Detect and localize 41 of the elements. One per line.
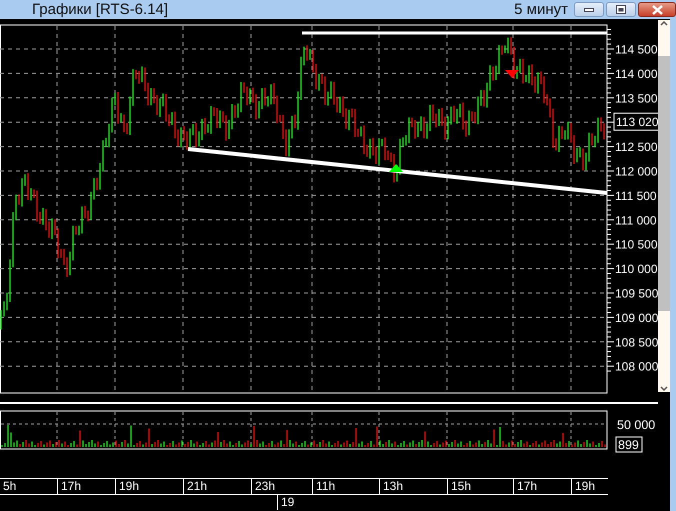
time-axis-label: 19h [115, 479, 140, 494]
scrollbar-thumb[interactable] [658, 56, 670, 311]
time-axis-label: 13h [379, 479, 404, 494]
scrollbar[interactable] [658, 20, 670, 392]
price-axis-label: 110 000 [615, 262, 658, 276]
window-title: Графики [RTS-6.14] [32, 1, 168, 18]
time-axis-label: 19h [571, 479, 596, 494]
price-axis-label: 108 000 [615, 360, 658, 374]
price-axis-label: 110 500 [615, 238, 658, 252]
price-axis-label: 114 500 [615, 42, 658, 56]
price-axis-label: 112 500 [615, 140, 658, 154]
up-caret-icon [660, 20, 668, 26]
maximize-icon [616, 5, 626, 14]
up-arrow-icon [389, 164, 403, 172]
price-axis-label: 109 500 [615, 286, 658, 300]
last-volume-label: 899 [616, 436, 642, 452]
price-axis-label: 111 500 [615, 188, 657, 203]
down-caret-icon [660, 386, 668, 392]
time-axis-label: 21h [183, 479, 208, 494]
time-axis-label: 17h [57, 479, 82, 494]
timeframe-label: 5 минут [514, 1, 568, 18]
price-axis-label: 114 000 [615, 66, 658, 81]
maximize-button[interactable] [606, 2, 636, 17]
date-label: 19 [277, 495, 294, 510]
close-icon [652, 4, 662, 14]
minimize-button[interactable] [574, 2, 604, 17]
price-axis-label: 112 000 [615, 164, 658, 178]
time-axis-label: 23h [251, 479, 276, 494]
down-arrow-icon [505, 70, 519, 78]
close-button[interactable] [638, 2, 676, 17]
price-axis-label: 108 500 [615, 335, 658, 350]
volume-axis-label: 50 000 [617, 418, 656, 432]
last-price-label: 113 020 [614, 112, 658, 131]
time-axis-label: 15h [447, 479, 472, 494]
time-axis-label: 11h [312, 479, 336, 494]
price-axis-label: 109 000 [615, 310, 658, 325]
price-axis-label: 113 500 [615, 91, 658, 106]
time-axis-label: 5h [0, 479, 16, 494]
time-axis-label: 17h [513, 479, 538, 494]
minimize-icon [584, 8, 594, 12]
price-axis-label: 111 000 [615, 213, 657, 228]
